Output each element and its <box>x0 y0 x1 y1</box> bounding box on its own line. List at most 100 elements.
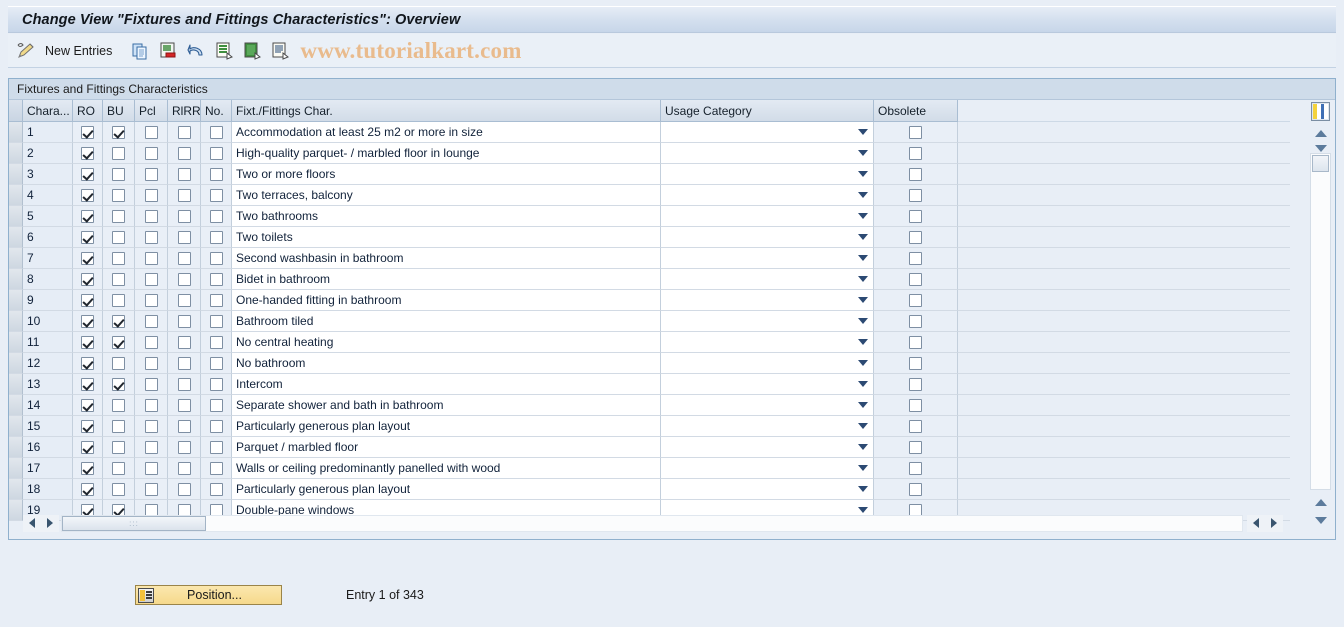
checkbox-cell-obsolete[interactable] <box>874 164 958 185</box>
checkbox-no[interactable] <box>209 314 223 328</box>
checkbox-cell-bu[interactable] <box>103 290 135 311</box>
checkbox-cell-no[interactable] <box>201 248 232 269</box>
checkbox-obsolete[interactable] <box>909 314 922 328</box>
checkbox-pcl[interactable] <box>144 482 158 496</box>
checkbox-no[interactable] <box>209 482 223 496</box>
checkbox-obsolete[interactable] <box>909 272 922 286</box>
cell-fixtures-char[interactable]: Particularly generous plan layout <box>232 479 661 500</box>
column-header-ro[interactable]: RO <box>73 100 103 122</box>
checkbox-ro[interactable] <box>81 482 94 496</box>
checkbox-cell-pcl[interactable] <box>135 164 168 185</box>
checkbox-cell-ro[interactable] <box>73 374 103 395</box>
checkbox-rlrr[interactable] <box>177 125 191 139</box>
cell-fixtures-char[interactable]: One-handed fitting in bathroom <box>232 290 661 311</box>
checkbox-cell-pcl[interactable] <box>135 290 168 311</box>
checkbox-obsolete[interactable] <box>909 293 922 307</box>
checkbox-pcl[interactable] <box>144 188 158 202</box>
checkbox-cell-pcl[interactable] <box>135 269 168 290</box>
checkbox-obsolete[interactable] <box>909 398 922 412</box>
checkbox-no[interactable] <box>209 356 223 370</box>
usage-category-dropdown[interactable] <box>661 437 874 458</box>
checkbox-cell-obsolete[interactable] <box>874 395 958 416</box>
checkbox-cell-bu[interactable] <box>103 164 135 185</box>
usage-category-dropdown[interactable] <box>661 122 874 143</box>
checkbox-cell-no[interactable] <box>201 374 232 395</box>
checkbox-cell-pcl[interactable] <box>135 332 168 353</box>
page-down-icon[interactable] <box>1311 513 1330 528</box>
row-selector-cell[interactable] <box>9 143 23 164</box>
checkbox-no[interactable] <box>209 335 223 349</box>
chevron-down-icon[interactable] <box>858 192 868 198</box>
column-header-rlrr[interactable]: RlRR <box>168 100 201 122</box>
row-selector-cell[interactable] <box>9 311 23 332</box>
vertical-scrollbar-thumb[interactable] <box>1312 155 1329 172</box>
checkbox-cell-bu[interactable] <box>103 416 135 437</box>
checkbox-obsolete[interactable] <box>909 230 922 244</box>
checkbox-rlrr[interactable] <box>177 440 191 454</box>
checkbox-ro[interactable] <box>81 356 94 370</box>
column-header-no[interactable]: No. <box>201 100 232 122</box>
checkbox-ro[interactable] <box>81 188 94 202</box>
chevron-down-icon[interactable] <box>858 486 868 492</box>
page-up-icon[interactable] <box>1311 495 1330 510</box>
table-row[interactable]: 1 Accommodation at least 25 m2 or more in… <box>9 122 1290 143</box>
table-row[interactable]: 4 Two terraces, balcony <box>9 185 1290 206</box>
checkbox-cell-no[interactable] <box>201 206 232 227</box>
checkbox-cell-bu[interactable] <box>103 395 135 416</box>
checkbox-bu[interactable] <box>112 314 125 328</box>
checkbox-ro[interactable] <box>81 335 94 349</box>
checkbox-cell-no[interactable] <box>201 311 232 332</box>
checkbox-no[interactable] <box>209 209 223 223</box>
checkbox-cell-ro[interactable] <box>73 395 103 416</box>
table-row[interactable]: 15 Particularly generous plan layout <box>9 416 1290 437</box>
checkbox-rlrr[interactable] <box>177 188 191 202</box>
checkbox-cell-obsolete[interactable] <box>874 458 958 479</box>
usage-category-dropdown[interactable] <box>661 374 874 395</box>
usage-category-dropdown[interactable] <box>661 332 874 353</box>
row-selector-cell[interactable] <box>9 248 23 269</box>
table-row[interactable]: 13 Intercom <box>9 374 1290 395</box>
checkbox-cell-obsolete[interactable] <box>874 479 958 500</box>
checkbox-cell-ro[interactable] <box>73 206 103 227</box>
cell-fixtures-char[interactable]: Walls or ceiling predominantly panelled … <box>232 458 661 479</box>
checkbox-pcl[interactable] <box>144 293 158 307</box>
checkbox-pcl[interactable] <box>144 146 158 160</box>
checkbox-cell-ro[interactable] <box>73 290 103 311</box>
checkbox-cell-no[interactable] <box>201 458 232 479</box>
checkbox-no[interactable] <box>209 188 223 202</box>
checkbox-cell-no[interactable] <box>201 185 232 206</box>
select-all-corner[interactable] <box>9 100 23 122</box>
checkbox-cell-ro[interactable] <box>73 479 103 500</box>
undo-icon[interactable] <box>186 41 206 61</box>
row-selector-cell[interactable] <box>9 269 23 290</box>
checkbox-cell-obsolete[interactable] <box>874 374 958 395</box>
checkbox-rlrr[interactable] <box>177 314 191 328</box>
checkbox-bu[interactable] <box>112 272 125 286</box>
checkbox-obsolete[interactable] <box>909 461 922 475</box>
checkbox-cell-no[interactable] <box>201 332 232 353</box>
chevron-down-icon[interactable] <box>858 213 868 219</box>
checkbox-cell-bu[interactable] <box>103 227 135 248</box>
scroll-right-end-icon[interactable] <box>1265 514 1283 532</box>
cell-fixtures-char[interactable]: Two toilets <box>232 227 661 248</box>
checkbox-cell-no[interactable] <box>201 395 232 416</box>
table-row[interactable]: 2 High-quality parquet- / marbled floor i… <box>9 143 1290 164</box>
checkbox-obsolete[interactable] <box>909 356 922 370</box>
checkbox-bu[interactable] <box>112 398 125 412</box>
checkbox-pcl[interactable] <box>144 314 158 328</box>
chevron-down-icon[interactable] <box>858 234 868 240</box>
copy-icon[interactable] <box>130 41 150 61</box>
checkbox-obsolete[interactable] <box>909 167 922 181</box>
checkbox-cell-bu[interactable] <box>103 143 135 164</box>
checkbox-bu[interactable] <box>112 293 125 307</box>
checkbox-bu[interactable] <box>112 461 125 475</box>
checkbox-cell-no[interactable] <box>201 122 232 143</box>
table-row[interactable]: 16 Parquet / marbled floor <box>9 437 1290 458</box>
checkbox-cell-bu[interactable] <box>103 332 135 353</box>
horizontal-scrollbar-thumb[interactable]: ::: <box>62 515 206 531</box>
cell-fixtures-char[interactable]: High-quality parquet- / marbled floor in… <box>232 143 661 164</box>
checkbox-no[interactable] <box>209 230 223 244</box>
checkbox-cell-bu[interactable] <box>103 206 135 227</box>
chevron-down-icon[interactable] <box>858 297 868 303</box>
usage-category-dropdown[interactable] <box>661 206 874 227</box>
